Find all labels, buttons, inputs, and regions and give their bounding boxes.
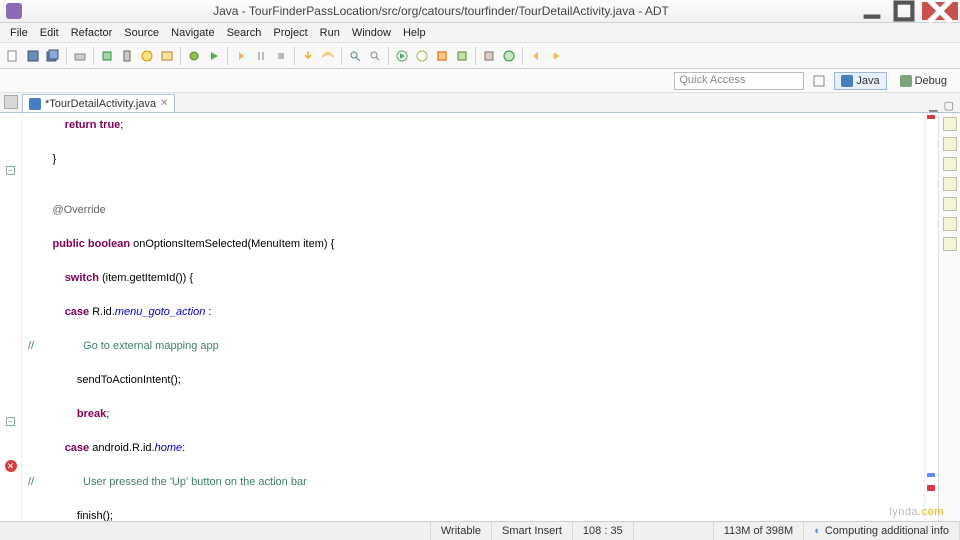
status-writable: Writable [431,522,492,540]
debug-last-icon[interactable] [413,47,431,65]
status-insert: Smart Insert [492,522,573,540]
search-icon[interactable] [366,47,384,65]
tab-close-icon[interactable]: ✕ [160,98,168,109]
editor-tab-label: *TourDetailActivity.java [45,98,156,110]
maximize-button[interactable] [890,2,918,20]
resume-icon[interactable] [232,47,250,65]
ruler-gutter[interactable]: − − ✕ [0,113,22,537]
quick-access-input[interactable]: Quick Access [674,72,804,90]
new-package-icon[interactable] [480,47,498,65]
perspective-java[interactable]: Java [834,72,886,90]
sdk-manager-icon[interactable] [98,47,116,65]
fold-marker[interactable]: − [6,166,15,175]
close-button[interactable] [922,2,958,20]
menu-project[interactable]: Project [267,25,313,41]
menu-help[interactable]: Help [397,25,432,41]
window-title: Java - TourFinderPassLocation/src/org/ca… [26,4,856,18]
editor-tab[interactable]: *TourDetailActivity.java ✕ [22,94,175,112]
menu-file[interactable]: File [4,25,34,41]
java-file-icon [29,98,41,110]
hierarchy-icon[interactable] [943,197,957,211]
menu-refactor[interactable]: Refactor [65,25,119,41]
new-icon[interactable] [4,47,22,65]
app-icon [6,3,22,19]
maximize-editor-icon[interactable]: ▢ [944,99,954,112]
debug-icon[interactable] [185,47,203,65]
menu-source[interactable]: Source [118,25,165,41]
watermark: lynda.com [889,491,944,522]
restore-view-icon[interactable] [4,95,18,109]
progress-icon: ◐ [814,525,821,537]
declaration-icon[interactable] [943,157,957,171]
minimize-button[interactable] [858,2,886,20]
back-icon[interactable] [527,47,545,65]
status-bar: Writable Smart Insert 108 : 35 113M of 3… [0,521,960,540]
forward-icon[interactable] [547,47,565,65]
editor-area: − − ✕ return true; } @Override public bo… [0,113,960,537]
status-position: 108 : 35 [573,522,634,540]
problems-icon[interactable] [943,237,957,251]
step-over-icon[interactable] [319,47,337,65]
new-project-icon[interactable] [158,47,176,65]
editor-tabstrip: *TourDetailActivity.java ✕ ▁ ▢ [0,93,960,113]
task-list-icon[interactable] [943,137,957,151]
code-editor[interactable]: return true; } @Override public boolean … [22,113,924,537]
outline-icon[interactable] [943,117,957,131]
run-last-icon[interactable] [393,47,411,65]
status-heap: 113M of 398M [714,522,805,540]
overview-ruler[interactable] [924,113,938,537]
perspective-debug[interactable]: Debug [893,72,954,90]
title-bar: Java - TourFinderPassLocation/src/org/ca… [0,0,960,23]
open-perspective-icon[interactable] [810,72,828,90]
external-tools-icon[interactable] [453,47,471,65]
perspective-java-label: Java [856,75,879,87]
new-class-icon[interactable] [500,47,518,65]
fold-marker[interactable]: − [6,417,15,426]
menu-navigate[interactable]: Navigate [165,25,220,41]
lint-icon[interactable] [138,47,156,65]
toolbar [0,43,960,69]
minimize-editor-icon[interactable]: ▁ [929,99,937,112]
save-icon[interactable] [24,47,42,65]
menu-run[interactable]: Run [314,25,346,41]
menu-bar: File Edit Refactor Source Navigate Searc… [0,23,960,43]
step-into-icon[interactable] [299,47,317,65]
menu-window[interactable]: Window [346,25,397,41]
suspend-icon[interactable] [252,47,270,65]
status-task: ◐ Computing additional info [804,522,960,540]
save-all-icon[interactable] [44,47,62,65]
menu-search[interactable]: Search [221,25,268,41]
print-icon[interactable] [71,47,89,65]
terminate-icon[interactable] [272,47,290,65]
perspective-debug-label: Debug [915,75,947,87]
javadoc-icon[interactable] [943,177,957,191]
properties-icon[interactable] [943,217,957,231]
coverage-icon[interactable] [433,47,451,65]
open-type-icon[interactable] [346,47,364,65]
right-toolbar [938,113,960,537]
avd-manager-icon[interactable] [118,47,136,65]
error-marker-icon[interactable]: ✕ [5,460,17,472]
run-icon[interactable] [205,47,223,65]
perspective-bar: Quick Access Java Debug [0,69,960,93]
menu-edit[interactable]: Edit [34,25,65,41]
